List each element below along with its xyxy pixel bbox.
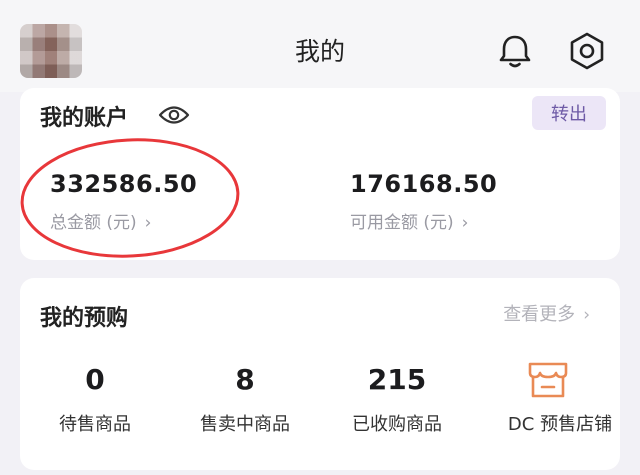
stat-acquired[interactable]: 215 已收购商品 — [322, 360, 472, 436]
total-amount-link[interactable]: 总金额 (元) › — [50, 208, 151, 233]
store-icon[interactable] — [526, 358, 570, 400]
stat-value: 8 — [235, 363, 255, 396]
stat-label: 待售商品 — [59, 414, 131, 435]
stat-label: 售卖中商品 — [200, 414, 290, 435]
account-title: 我的账户 — [40, 106, 129, 131]
view-more-label: 查看更多 — [503, 304, 576, 325]
presale-card: 我的预购 查看更多 › 0 待售商品 8 售卖中商品 215 已收购商品 DC 预… — [20, 278, 620, 470]
stat-label: 已收购商品 — [352, 414, 442, 435]
chevron-right-icon: › — [144, 213, 152, 233]
stat-on-sale[interactable]: 8 售卖中商品 — [170, 360, 320, 436]
account-card: 我的账户 转出 332586.50 总金额 (元) › 176168.50 可用金… — [20, 88, 620, 260]
bell-icon[interactable] — [494, 30, 536, 72]
chevron-right-icon: › — [583, 305, 590, 325]
available-amount-link[interactable]: 可用金额 (元) › — [350, 208, 468, 233]
total-amount: 332586.50 — [50, 170, 198, 198]
stat-value: 215 — [367, 363, 427, 396]
available-amount-label: 可用金额 (元) — [350, 213, 454, 233]
presale-title: 我的预购 — [40, 306, 129, 331]
transfer-out-button[interactable]: 转出 — [532, 96, 606, 130]
gear-icon[interactable] — [566, 30, 608, 72]
view-more-link[interactable]: 查看更多 › — [503, 300, 590, 326]
stat-value: 0 — [85, 363, 105, 396]
stat-pending-sale[interactable]: 0 待售商品 — [20, 360, 170, 436]
top-header: 我的 — [0, 0, 640, 92]
available-amount: 176168.50 — [350, 170, 498, 198]
store-label[interactable]: DC 预售店铺 — [490, 410, 630, 436]
eye-icon[interactable] — [158, 102, 190, 128]
chevron-right-icon: › — [461, 213, 469, 233]
page-title: 我的 — [294, 37, 345, 66]
total-amount-label: 总金额 (元) — [50, 213, 137, 233]
